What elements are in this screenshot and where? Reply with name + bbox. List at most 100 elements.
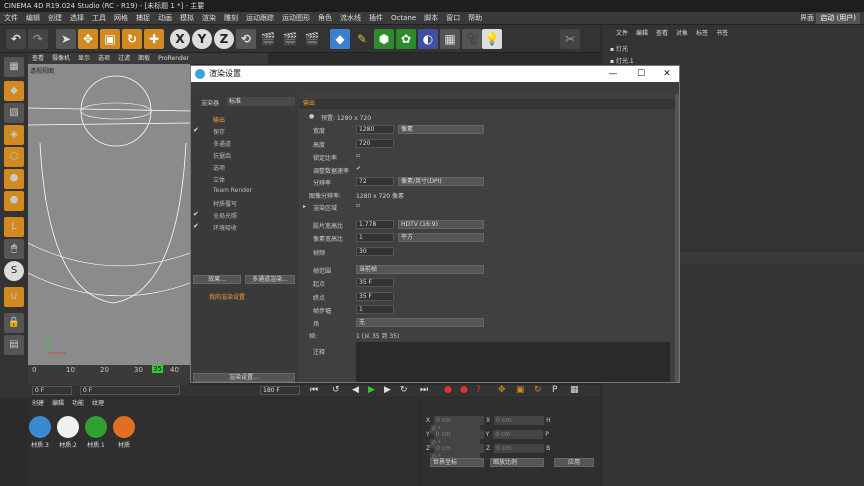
timeline-ruler[interactable]: 0 10 20 30 35 40 [28, 365, 190, 385]
array-icon[interactable]: ✿ [396, 29, 416, 49]
menu-create[interactable]: 创建 [44, 12, 66, 25]
grid-icon[interactable]: ▤ [4, 335, 24, 355]
floor-icon[interactable]: ▦ [440, 29, 460, 49]
menu-tools[interactable]: 工具 [88, 12, 110, 25]
next-frame-icon[interactable]: ▶ [384, 385, 391, 395]
obj-menu-edit[interactable]: 编辑 [632, 28, 652, 40]
menu-snap[interactable]: 捕捉 [132, 12, 154, 25]
polygons-mode-icon[interactable]: ⬣ [4, 191, 24, 211]
workplane-icon[interactable]: ◈ [4, 125, 24, 145]
pen-icon[interactable]: ✎ [352, 29, 372, 49]
fps-field[interactable]: 30 [356, 247, 394, 256]
move-icon[interactable]: ✥ [78, 29, 98, 49]
light-icon[interactable]: 💡 [482, 29, 502, 49]
object-row[interactable]: ▪ 灯光 [610, 44, 628, 53]
rotate-icon[interactable]: ↻ [122, 29, 142, 49]
frame-start-field[interactable]: 0 F [32, 386, 72, 395]
end-field[interactable]: 35 F [356, 292, 394, 301]
key-scale-icon[interactable]: ▣ [516, 385, 525, 395]
record-icon[interactable]: ● [444, 385, 452, 395]
redo-icon[interactable]: ↷ [28, 29, 48, 49]
obj-menu-file[interactable]: 文件 [612, 28, 632, 40]
vp-menu-panel[interactable]: 面板 [134, 53, 154, 64]
key-move-icon[interactable]: ✥ [498, 385, 506, 395]
prev-frame-icon[interactable]: ◀ [352, 385, 359, 395]
render-region-checkbox[interactable]: ▫ [356, 202, 360, 209]
apply-button[interactable]: 应用 [554, 458, 594, 467]
film-ratio-field[interactable]: 1.778 [356, 220, 394, 229]
model-mode-icon[interactable]: ◆ [4, 81, 24, 101]
mat-menu-texture[interactable]: 纹理 [88, 398, 108, 410]
make-editable-icon[interactable]: ▦ [4, 57, 24, 77]
renderer-select[interactable]: 标准 [227, 97, 295, 106]
menu-window[interactable]: 窗口 [442, 12, 464, 25]
select-arrow-icon[interactable]: ➤ [56, 29, 76, 49]
menu-help[interactable]: 帮助 [464, 12, 486, 25]
vp-menu-prorender[interactable]: ProRender [154, 53, 193, 64]
lock-workplane-icon[interactable]: 🔒 [4, 313, 24, 333]
menu-plugins[interactable]: 插件 [365, 12, 387, 25]
subdivision-icon[interactable]: ⬢ [374, 29, 394, 49]
menu-render[interactable]: 渲染 [198, 12, 220, 25]
render-settings-button[interactable]: 渲染设置... [193, 373, 295, 382]
vp-menu-filter[interactable]: 过滤 [114, 53, 134, 64]
menu-motion-tracking[interactable]: 运动跟踪 [242, 12, 278, 25]
material-item[interactable]: 材质 [112, 416, 136, 449]
axis-mode-icon[interactable]: L [4, 217, 24, 237]
y-axis-icon[interactable]: Y [192, 29, 212, 49]
pixel-ratio-field[interactable]: 1 [356, 233, 394, 242]
resolution-field[interactable]: 72 [356, 177, 394, 186]
pixel-ratio-select[interactable]: 平方 [398, 233, 484, 242]
field-select[interactable]: 无 [356, 318, 484, 327]
nav-item-output[interactable]: 输出 [213, 115, 225, 124]
width-field[interactable]: 1280 [356, 125, 394, 134]
nav-item-team-render[interactable]: Team Render [213, 187, 252, 194]
size-y-field[interactable]: 0 cm [493, 430, 544, 439]
nav-item-global-illumination[interactable]: 全局光照 [213, 211, 237, 220]
menu-script[interactable]: 脚本 [420, 12, 442, 25]
lock-ratio-checkbox[interactable]: ▫ [356, 152, 360, 159]
goto-end-icon[interactable]: ⏭ [420, 385, 428, 395]
mat-menu-edit[interactable]: 编辑 [48, 398, 68, 410]
nav-check-save[interactable]: ✔ [193, 126, 201, 134]
menu-sculpt[interactable]: 雕刻 [220, 12, 242, 25]
size-z-field[interactable]: 0 cm [494, 444, 545, 453]
render-picture-icon[interactable]: 🎬 [280, 29, 300, 49]
x-axis-icon[interactable]: X [170, 29, 190, 49]
adapt-data-rate-checkbox[interactable]: ✔ [356, 165, 361, 172]
magnet-icon[interactable]: ∪ [4, 287, 24, 307]
layout-select[interactable]: 启动 (用户) [816, 13, 860, 24]
nav-check-ao[interactable]: ✔ [193, 222, 201, 230]
frame-step-field[interactable]: 1 [356, 305, 394, 314]
vp-menu-display[interactable]: 显示 [74, 53, 94, 64]
current-frame-marker[interactable]: 35 [152, 365, 163, 373]
coord-system-icon[interactable]: ⟲ [236, 29, 256, 49]
cube-icon[interactable]: ◆ [330, 29, 350, 49]
play-icon[interactable]: ▶ [368, 385, 375, 395]
keyframe-help-icon[interactable]: ? [476, 385, 481, 395]
obj-menu-bookmarks[interactable]: 书签 [712, 28, 732, 40]
nav-check-gi[interactable]: ✔ [193, 210, 201, 218]
size-unit-select[interactable]: 像素 [398, 125, 484, 134]
coord-mode-select[interactable]: 世界坐标 [430, 458, 484, 467]
frame-end-field[interactable]: 180 F [260, 386, 300, 395]
layout-tool-icon[interactable]: ✂ [560, 29, 580, 49]
vp-menu-options[interactable]: 选项 [94, 53, 114, 64]
pos-y-field[interactable]: 0 cm [433, 430, 484, 439]
menu-select[interactable]: 选择 [66, 12, 88, 25]
vp-menu-camera[interactable]: 摄像机 [48, 53, 74, 64]
nav-item-save[interactable]: 保存 [213, 127, 225, 136]
menu-simulate[interactable]: 模拟 [176, 12, 198, 25]
obj-menu-view[interactable]: 查看 [652, 28, 672, 40]
mat-menu-function[interactable]: 功能 [68, 398, 88, 410]
nav-item-stereo[interactable]: 立体 [213, 175, 225, 184]
material-item[interactable]: 材质.2 [56, 416, 80, 449]
nav-item-options[interactable]: 选项 [213, 163, 225, 172]
nav-item-antialiasing[interactable]: 抗锯齿 [213, 151, 231, 160]
points-mode-icon[interactable]: ⬡ [4, 147, 24, 167]
pos-x-field[interactable]: 0 cm [434, 416, 485, 425]
film-ratio-select[interactable]: HDTV (16:9) [398, 220, 484, 229]
autokey-icon[interactable]: ● [460, 385, 468, 395]
menu-mesh[interactable]: 网格 [110, 12, 132, 25]
obj-menu-objects[interactable]: 对象 [672, 28, 692, 40]
